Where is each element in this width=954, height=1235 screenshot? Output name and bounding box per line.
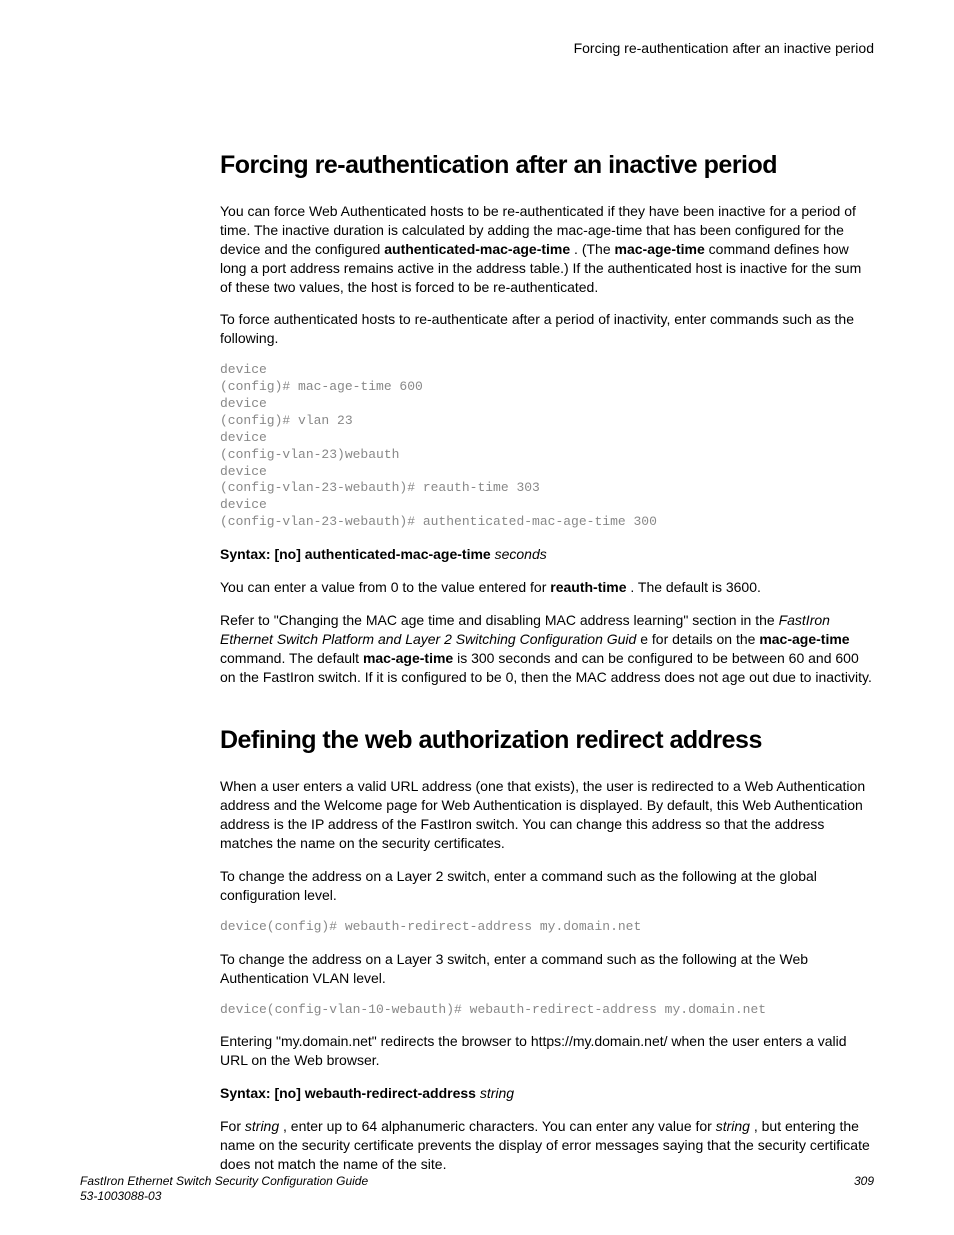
section-2-para-2: To change the address on a Layer 2 switc… xyxy=(220,867,874,905)
param-string: string xyxy=(245,1118,279,1134)
page-footer: FastIron Ethernet Switch Security Config… xyxy=(80,1174,874,1205)
text: Refer to "Changing the MAC age time and … xyxy=(220,612,779,628)
section-2-syntax: Syntax: [no] webauth-redirect-address st… xyxy=(220,1084,874,1103)
section-1-title: Forcing re-authentication after an inact… xyxy=(220,151,874,180)
running-header: Forcing re-authentication after an inact… xyxy=(220,40,874,56)
term-mac-age-time: mac-age-time xyxy=(615,241,705,257)
footer-doc-number: 53-1003088-03 xyxy=(80,1189,368,1205)
section-2-para-5: For string , enter up to 64 alphanumeric… xyxy=(220,1117,874,1174)
text: command. The default xyxy=(220,650,363,666)
section-2-para-1: When a user enters a valid URL address (… xyxy=(220,777,874,853)
term-authenticated-mac-age-time: authenticated-mac-age-time xyxy=(384,241,570,257)
text: You can enter a value from 0 to the valu… xyxy=(220,579,550,595)
section-2-code-block-1: device(config)# webauth-redirect-address… xyxy=(220,919,874,936)
section-1-syntax: Syntax: [no] authenticated-mac-age-time … xyxy=(220,545,874,564)
term-mac-age-time: mac-age-time xyxy=(363,650,453,666)
section-2-title: Defining the web authorization redirect … xyxy=(220,726,874,755)
section-1-para-4: Refer to "Changing the MAC age time and … xyxy=(220,611,874,687)
footer-page-number: 309 xyxy=(854,1174,874,1205)
section-1-para-2: To force authenticated hosts to re-authe… xyxy=(220,310,874,348)
text: , enter up to 64 alphanumeric characters… xyxy=(279,1118,716,1134)
syntax-keyword: Syntax: [no] authenticated-mac-age-time xyxy=(220,546,491,562)
syntax-param: string xyxy=(476,1085,514,1101)
text: e for details on the xyxy=(636,631,759,647)
syntax-param: seconds xyxy=(491,546,547,562)
section-1-code-block: device (config)# mac-age-time 600 device… xyxy=(220,362,874,531)
section-2-code-block-2: device(config-vlan-10-webauth)# webauth-… xyxy=(220,1002,874,1019)
section-2-para-3: To change the address on a Layer 3 switc… xyxy=(220,950,874,988)
term-mac-age-time: mac-age-time xyxy=(759,631,849,647)
footer-doc-info: FastIron Ethernet Switch Security Config… xyxy=(80,1174,368,1205)
syntax-keyword: Syntax: [no] webauth-redirect-address xyxy=(220,1085,476,1101)
section-1-para-3: You can enter a value from 0 to the valu… xyxy=(220,578,874,597)
param-string: string xyxy=(716,1118,750,1134)
section-1-para-1: You can force Web Authenticated hosts to… xyxy=(220,202,874,296)
footer-doc-title: FastIron Ethernet Switch Security Config… xyxy=(80,1174,368,1190)
term-reauth-time: reauth-time xyxy=(550,579,626,595)
section-2-para-4: Entering "my.domain.net" redirects the b… xyxy=(220,1032,874,1070)
text: . The default is 3600. xyxy=(627,579,761,595)
text: . (The xyxy=(570,241,614,257)
text: For xyxy=(220,1118,245,1134)
